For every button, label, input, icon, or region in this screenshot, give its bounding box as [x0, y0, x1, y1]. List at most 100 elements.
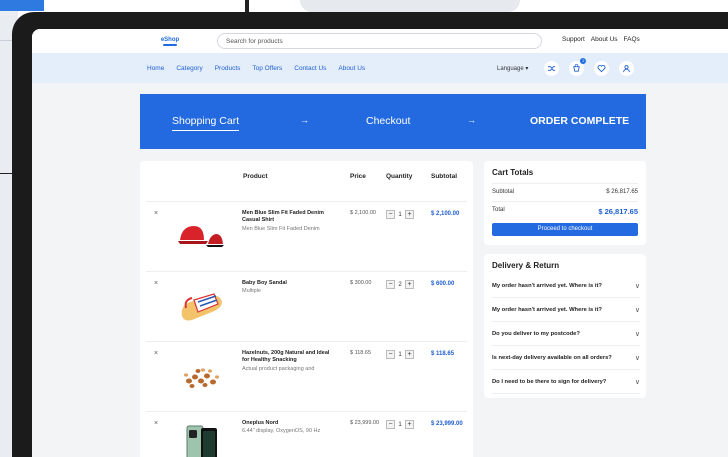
quantity-stepper: − 1 +	[386, 350, 414, 359]
nav-item-about-us[interactable]: About Us	[338, 65, 365, 72]
product-subtotal: $ 2,100.00	[431, 211, 460, 217]
total-label: Total	[492, 207, 505, 213]
table-row: × Men Blue Slim Fit Faded Denim Casual S…	[146, 201, 467, 269]
remove-item-button[interactable]: ×	[154, 350, 158, 357]
faqs-link[interactable]: FAQs	[624, 36, 640, 43]
nav-item-top-offers[interactable]: Top Offers	[252, 65, 282, 72]
faq-item[interactable]: Do I need to be there to sign for delive…	[492, 370, 640, 394]
product-description: Men Blue Slim Fit Faded Denim	[242, 226, 320, 232]
increase-quantity-button[interactable]: +	[405, 280, 414, 289]
step-order-complete: ORDER COMPLETE	[530, 115, 630, 127]
remove-item-button[interactable]: ×	[154, 210, 158, 217]
subtotal-label: Subtotal	[492, 189, 515, 195]
faq-question: My order hasn't arrived yet. Where is it…	[492, 306, 602, 313]
total-value: $ 26,817.65	[598, 207, 638, 216]
quantity-value: 1	[398, 211, 402, 218]
product-price: $ 300.00	[350, 280, 372, 286]
chevron-down-icon: ∨	[634, 306, 640, 314]
eshop-logo[interactable]: eShop	[155, 34, 185, 48]
product-subtotal: $ 118.65	[431, 351, 455, 357]
heart-icon[interactable]	[594, 61, 610, 76]
tablet-frame: eShop Search for products Support About …	[12, 12, 728, 457]
quantity-value: 2	[398, 281, 402, 288]
faq-item[interactable]: Do you deliver to my postcode? ∨	[492, 322, 640, 346]
cart-icon[interactable]: 2	[569, 58, 587, 76]
quantity-stepper: − 1 +	[386, 210, 414, 219]
nav-links: Home Category Products Top Offers Contac…	[147, 65, 365, 72]
table-row: × Baby Boy Sandal Multiple $ 300.00 − 2 …	[146, 271, 467, 339]
product-name[interactable]: Baby Boy Sandal	[242, 280, 338, 287]
product-name[interactable]: Oneplus Nord	[242, 420, 338, 427]
total-line: Total $ 26,817.65	[492, 201, 638, 216]
column-header-quantity: Quantity	[386, 173, 413, 180]
product-price: $ 118.65	[350, 350, 372, 356]
decrease-quantity-button[interactable]: −	[386, 280, 395, 289]
product-subtotal: $ 600.00	[431, 281, 455, 287]
faq-question: Is next-day delivery available on all or…	[492, 354, 612, 361]
quantity-value: 1	[398, 421, 402, 428]
decrease-quantity-button[interactable]: −	[386, 210, 395, 219]
product-name[interactable]: Hazelnuts, 200g Natural and Ideal for He…	[242, 350, 338, 364]
step-checkout[interactable]: Checkout	[366, 115, 410, 127]
tablet-screen: eShop Search for products Support About …	[32, 29, 728, 457]
cart-count-badge: 2	[580, 58, 587, 64]
quantity-stepper: − 2 +	[386, 280, 414, 289]
product-image-hazelnuts[interactable]	[174, 352, 228, 400]
product-image-cap[interactable]	[174, 212, 228, 260]
product-image-sandal[interactable]	[174, 282, 228, 330]
product-description: 6.44" display, OxygenOS, 90 Hz	[242, 428, 321, 434]
increase-quantity-button[interactable]: +	[405, 420, 414, 429]
nav-actions: Language ▾ 2	[497, 58, 635, 76]
step-arrow-icon: →	[467, 115, 476, 125]
cart-totals-card: Cart Totals Subtotal $ 26,817.65 Total $…	[484, 161, 646, 245]
decrease-quantity-button[interactable]: −	[386, 420, 395, 429]
faq-item[interactable]: My order hasn't arrived yet. Where is it…	[492, 298, 640, 322]
step-shopping-cart[interactable]: Shopping Cart	[172, 115, 240, 131]
product-description: Actual product packaging and	[242, 366, 315, 372]
subtotal-value: $ 26,817.65	[606, 189, 638, 195]
faq-item[interactable]: Is next-day delivery available on all or…	[492, 346, 640, 370]
search-input[interactable]: Search for products	[217, 33, 542, 49]
increase-quantity-button[interactable]: +	[405, 350, 414, 359]
faq-question: Do you deliver to my postcode?	[492, 330, 580, 337]
column-header-price: Price	[350, 173, 366, 180]
shuffle-icon[interactable]	[544, 61, 560, 76]
checkout-progress-banner: Shopping Cart → Checkout → ORDER COMPLET…	[140, 94, 646, 149]
chevron-down-icon: ∨	[634, 282, 640, 290]
product-price: $ 2,100.00	[350, 210, 376, 216]
user-icon[interactable]	[619, 61, 635, 76]
language-select[interactable]: Language ▾	[497, 65, 528, 72]
logo-text: eShop	[160, 36, 180, 43]
chevron-down-icon: ∨	[634, 330, 640, 338]
table-row: × Hazelnuts, 200g Natural and Ideal for …	[146, 341, 467, 409]
increase-quantity-button[interactable]: +	[405, 210, 414, 219]
nav-item-products[interactable]: Products	[215, 65, 241, 72]
delivery-return-card: Delivery & Return My order hasn't arrive…	[484, 254, 646, 398]
nav-item-category[interactable]: Category	[176, 65, 202, 72]
chevron-down-icon: ∨	[634, 354, 640, 362]
background-accent-strip	[0, 0, 44, 11]
background-shade	[300, 0, 520, 12]
quantity-stepper: − 1 +	[386, 420, 414, 429]
step-arrow-icon: →	[300, 115, 309, 125]
column-header-product: Product	[243, 173, 268, 180]
top-header: eShop Search for products Support About …	[32, 29, 728, 53]
support-link[interactable]: Support	[562, 36, 585, 43]
chevron-down-icon: ∨	[634, 378, 640, 386]
subtotal-line: Subtotal $ 26,817.65	[492, 183, 638, 195]
nav-item-contact-us[interactable]: Contact Us	[294, 65, 326, 72]
product-image-phone[interactable]	[174, 422, 228, 457]
product-subtotal: $ 23,999.00	[431, 421, 463, 427]
proceed-to-checkout-button[interactable]: Proceed to checkout	[492, 223, 638, 236]
delivery-return-title: Delivery & Return	[492, 261, 560, 270]
about-us-link[interactable]: About Us	[591, 36, 618, 43]
nav-item-home[interactable]: Home	[147, 65, 164, 72]
remove-item-button[interactable]: ×	[154, 420, 158, 427]
decrease-quantity-button[interactable]: −	[386, 350, 395, 359]
main-navigation: Home Category Products Top Offers Contac…	[32, 53, 728, 83]
product-name[interactable]: Men Blue Slim Fit Faded Denim Casual Shi…	[242, 210, 338, 224]
faq-question: Do I need to be there to sign for delive…	[492, 378, 607, 385]
cart-totals-title: Cart Totals	[492, 168, 534, 177]
faq-item[interactable]: My order hasn't arrived yet. Where is it…	[492, 274, 640, 298]
remove-item-button[interactable]: ×	[154, 280, 158, 287]
